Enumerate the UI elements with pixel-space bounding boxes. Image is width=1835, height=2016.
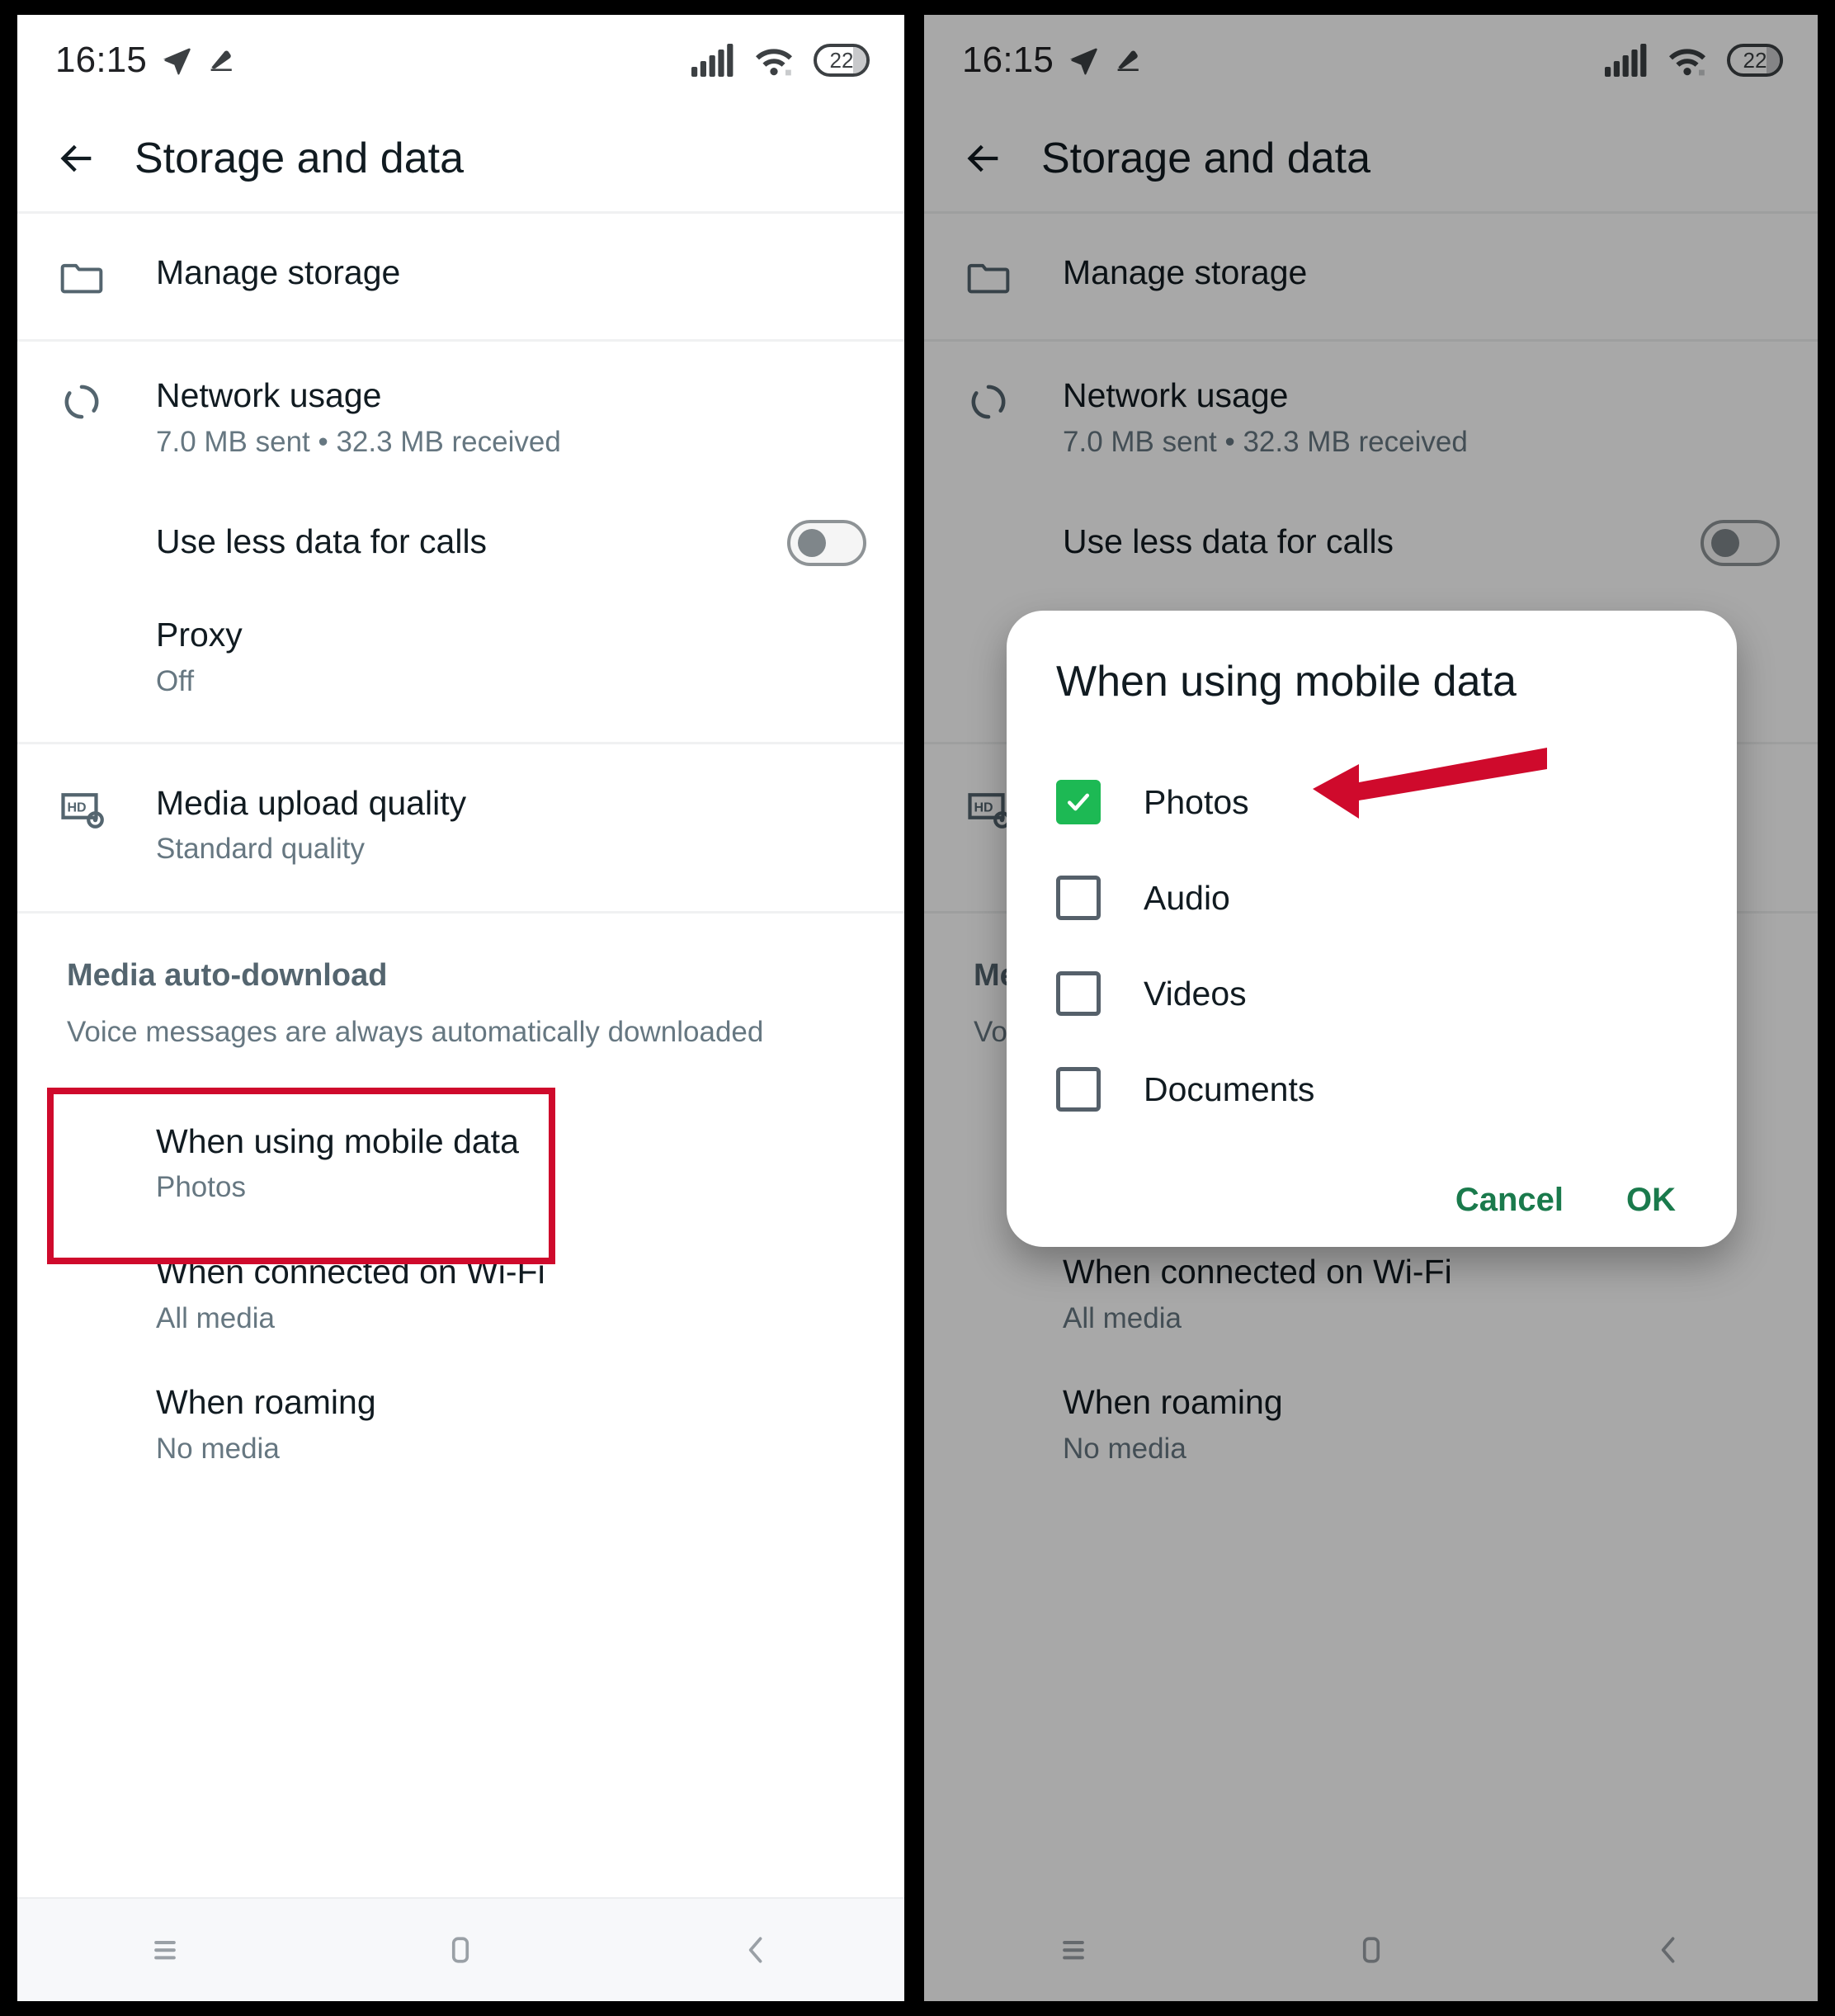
row-manage-storage[interactable]: Manage storage bbox=[17, 214, 904, 339]
row-body: Media upload quality Standard quality bbox=[156, 782, 866, 868]
roaming-title: When roaming bbox=[156, 1383, 376, 1422]
section-upload-quality: HD Media upload quality Standard quality bbox=[17, 744, 904, 911]
ok-button[interactable]: OK bbox=[1626, 1182, 1676, 1219]
battery-level: 22 bbox=[829, 48, 854, 73]
roaming-subtitle: No media bbox=[156, 1433, 280, 1466]
row-body: When connected on Wi-Fi All media bbox=[156, 1251, 866, 1337]
checkbox-videos[interactable] bbox=[1056, 971, 1101, 1016]
row-media-upload-quality[interactable]: HD Media upload quality Standard quality bbox=[17, 744, 904, 911]
recents-icon bbox=[154, 1941, 176, 1960]
annotation-arrow bbox=[1313, 748, 1547, 819]
dialog-option-documents[interactable]: Documents bbox=[1056, 1041, 1687, 1137]
mobile-data-dialog: When using mobile data Photos Audio Vide… bbox=[1007, 611, 1737, 1247]
proxy-title: Proxy bbox=[156, 616, 243, 654]
wifi-icon bbox=[756, 49, 792, 76]
cancel-button[interactable]: Cancel bbox=[1455, 1182, 1564, 1219]
dialog-option-audio[interactable]: Audio bbox=[1056, 850, 1687, 946]
proxy-subtitle: Off bbox=[156, 665, 195, 698]
hd-settings-icon: HD bbox=[61, 792, 104, 829]
back-arrow-icon[interactable] bbox=[55, 137, 98, 180]
row-roaming[interactable]: When roaming No media bbox=[17, 1337, 904, 1467]
row-proxy[interactable]: Proxy Off bbox=[17, 576, 904, 741]
status-bar-right-group: 22 bbox=[691, 44, 870, 77]
checkbox-photos[interactable] bbox=[1056, 780, 1101, 824]
row-body: Proxy Off bbox=[156, 614, 866, 700]
phone-panel-right: 16:15 22 Storage and data Manage storage… bbox=[924, 15, 1818, 2001]
row-body: When roaming No media bbox=[156, 1381, 866, 1467]
manage-storage-title: Manage storage bbox=[156, 253, 401, 291]
dialog-option-videos[interactable]: Videos bbox=[1056, 946, 1687, 1041]
wifi-subtitle: All media bbox=[156, 1301, 275, 1334]
dialog-actions: Cancel OK bbox=[1056, 1182, 1687, 1219]
back-icon bbox=[748, 1937, 762, 1963]
row-media-auto-download-header: Media auto-download Voice messages are a… bbox=[17, 914, 904, 1076]
dialog-option-label: Audio bbox=[1144, 878, 1230, 917]
screenshot-stage: 16:15 22 Storage and data Manage storage… bbox=[0, 0, 1835, 2016]
row-icon-spacer bbox=[55, 614, 108, 617]
section-auto-download: Media auto-download Voice messages are a… bbox=[17, 914, 904, 1468]
row-mobile-data[interactable]: When using mobile data Photos bbox=[17, 1076, 904, 1206]
network-usage-subtitle: 7.0 MB sent • 32.3 MB received bbox=[156, 425, 561, 458]
home-icon bbox=[452, 1937, 469, 1963]
use-less-data-toggle[interactable] bbox=[787, 520, 866, 567]
network-usage-title: Network usage bbox=[156, 376, 382, 414]
row-body: Manage storage bbox=[156, 252, 866, 294]
dialog-option-label: Documents bbox=[1144, 1069, 1315, 1108]
row-icon-spacer bbox=[55, 540, 108, 543]
send-icon bbox=[163, 48, 191, 75]
status-time: 16:15 bbox=[55, 40, 148, 80]
media-auto-download-title: Media auto-download bbox=[67, 957, 388, 993]
nav-bar-left bbox=[17, 1897, 904, 2001]
mobile-data-title: When using mobile data bbox=[156, 1121, 519, 1160]
toggle-knob bbox=[798, 529, 826, 558]
section-network: Network usage 7.0 MB sent • 32.3 MB rece… bbox=[17, 342, 904, 742]
hd-icon-wrap: HD bbox=[55, 782, 108, 835]
signal-icon bbox=[691, 44, 734, 77]
folder-icon-wrap bbox=[55, 252, 108, 301]
row-body: Network usage 7.0 MB sent • 32.3 MB rece… bbox=[156, 375, 866, 460]
row-use-less-data[interactable]: Use less data for calls bbox=[17, 460, 904, 576]
app-bar-left: Storage and data bbox=[17, 106, 904, 211]
battery-icon: 22 bbox=[814, 44, 870, 77]
svg-text:HD: HD bbox=[68, 800, 87, 814]
folder-icon bbox=[60, 263, 103, 294]
row-body: Use less data for calls bbox=[156, 521, 767, 563]
wifi-title: When connected on Wi-Fi bbox=[156, 1252, 545, 1291]
check-icon bbox=[1067, 793, 1090, 811]
media-auto-download-subtitle: Voice messages are always automatically … bbox=[67, 1016, 764, 1049]
use-less-data-title: Use less data for calls bbox=[156, 522, 488, 560]
sync-icon-wrap bbox=[55, 375, 108, 426]
row-body: When using mobile data Photos bbox=[156, 1121, 866, 1206]
home-button[interactable] bbox=[411, 1917, 510, 1983]
media-upload-quality-subtitle: Standard quality bbox=[156, 833, 365, 866]
page-title: Storage and data bbox=[134, 135, 464, 182]
dialog-option-label: Videos bbox=[1144, 974, 1247, 1013]
checkbox-audio[interactable] bbox=[1056, 876, 1101, 920]
back-button[interactable] bbox=[707, 1917, 806, 1983]
section-storage: Manage storage bbox=[17, 214, 904, 339]
status-bar-left-group: 16:15 bbox=[55, 40, 241, 81]
battery-fill bbox=[853, 47, 866, 73]
status-bar-left: 16:15 22 bbox=[17, 15, 904, 106]
dialog-option-label: Photos bbox=[1144, 782, 1249, 821]
row-icon-spacer bbox=[55, 1121, 108, 1124]
row-wifi[interactable]: When connected on Wi-Fi All media bbox=[17, 1206, 904, 1337]
mute-icon bbox=[210, 50, 232, 71]
phone-panel-left: 16:15 22 Storage and data Manage storage… bbox=[17, 15, 904, 2001]
row-icon-spacer bbox=[55, 1251, 108, 1254]
checkbox-documents[interactable] bbox=[1056, 1067, 1101, 1112]
sync-icon bbox=[64, 385, 99, 419]
dialog-title: When using mobile data bbox=[1056, 658, 1517, 706]
mobile-data-subtitle: Photos bbox=[156, 1171, 246, 1204]
recents-button[interactable] bbox=[116, 1917, 215, 1983]
row-network-usage[interactable]: Network usage 7.0 MB sent • 32.3 MB rece… bbox=[17, 342, 904, 460]
media-upload-quality-title: Media upload quality bbox=[156, 783, 467, 822]
row-icon-spacer bbox=[55, 1381, 108, 1385]
